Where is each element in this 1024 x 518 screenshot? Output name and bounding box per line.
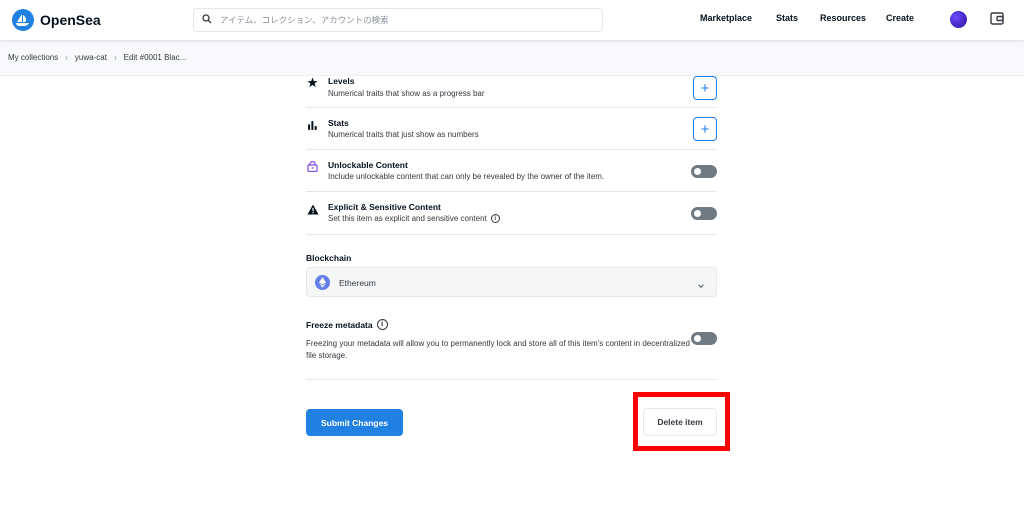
explicit-content-row: Explicit & Sensitive Content Set this it… — [306, 192, 717, 235]
add-stats-button[interactable]: + — [693, 117, 717, 141]
add-levels-button[interactable]: + — [693, 76, 717, 100]
levels-description: Numerical traits that show as a progress… — [328, 89, 485, 98]
stats-title: Stats — [328, 118, 349, 128]
nav-create[interactable]: Create — [886, 13, 914, 23]
section-divider — [306, 379, 717, 380]
top-navigation-bar: OpenSea Marketplace Stats Resources Crea… — [0, 0, 1024, 40]
breadcrumb-collection[interactable]: yuwa-cat — [75, 53, 107, 62]
nav-stats[interactable]: Stats — [776, 13, 798, 23]
blockchain-selected-value: Ethereum — [339, 278, 376, 288]
levels-title: Levels — [328, 76, 355, 86]
breadcrumb-current-item: Edit #0001 Blac... — [123, 53, 187, 62]
star-icon — [307, 75, 319, 88]
blockchain-label: Blockchain — [306, 253, 352, 263]
profile-avatar[interactable] — [950, 11, 967, 28]
submit-changes-button[interactable]: Submit Changes — [306, 409, 403, 436]
breadcrumb-my-collections[interactable]: My collections — [8, 53, 58, 62]
stats-description: Numerical traits that just show as numbe… — [328, 130, 479, 139]
freeze-metadata-toggle[interactable] — [691, 332, 717, 345]
blockchain-select[interactable]: Ethereum — [306, 267, 717, 297]
search-input[interactable] — [220, 15, 590, 25]
chevron-down-icon — [696, 278, 706, 289]
info-icon[interactable]: i — [490, 214, 500, 223]
search-icon — [202, 11, 212, 29]
unlockable-content-row: Unlockable Content Include unlockable co… — [306, 150, 717, 192]
lock-icon — [307, 159, 319, 173]
freeze-metadata-heading: Freeze metadata i — [306, 319, 388, 330]
delete-item-button[interactable]: Delete item — [643, 408, 717, 436]
stats-row: Stats Numerical traits that just show as… — [306, 108, 717, 150]
nav-marketplace[interactable]: Marketplace — [700, 13, 752, 23]
search-box[interactable] — [193, 8, 603, 32]
bar-chart-icon — [307, 118, 319, 130]
chevron-right-icon: › — [65, 53, 68, 62]
ethereum-icon — [315, 275, 330, 290]
brand-name: OpenSea — [40, 12, 101, 28]
explicit-toggle[interactable] — [691, 207, 717, 220]
warning-icon — [307, 202, 319, 215]
nav-resources[interactable]: Resources — [820, 13, 866, 23]
explicit-description-text: Set this item as explicit and sensitive … — [328, 214, 487, 223]
explicit-description: Set this item as explicit and sensitive … — [328, 214, 500, 223]
opensea-logo[interactable]: OpenSea — [12, 9, 101, 31]
unlockable-title: Unlockable Content — [328, 160, 408, 170]
levels-row: Levels Numerical traits that show as a p… — [306, 70, 717, 108]
opensea-logo-icon — [12, 9, 34, 31]
explicit-title: Explicit & Sensitive Content — [328, 202, 441, 212]
chevron-right-icon: › — [113, 53, 117, 62]
freeze-metadata-description: Freezing your metadata will allow you to… — [306, 339, 690, 360]
info-icon[interactable]: i — [376, 319, 388, 330]
unlockable-toggle[interactable] — [691, 165, 717, 178]
freeze-metadata-title: Freeze metadata — [306, 319, 373, 330]
wallet-icon[interactable] — [990, 12, 1004, 25]
unlockable-description: Include unlockable content that can only… — [328, 172, 605, 181]
